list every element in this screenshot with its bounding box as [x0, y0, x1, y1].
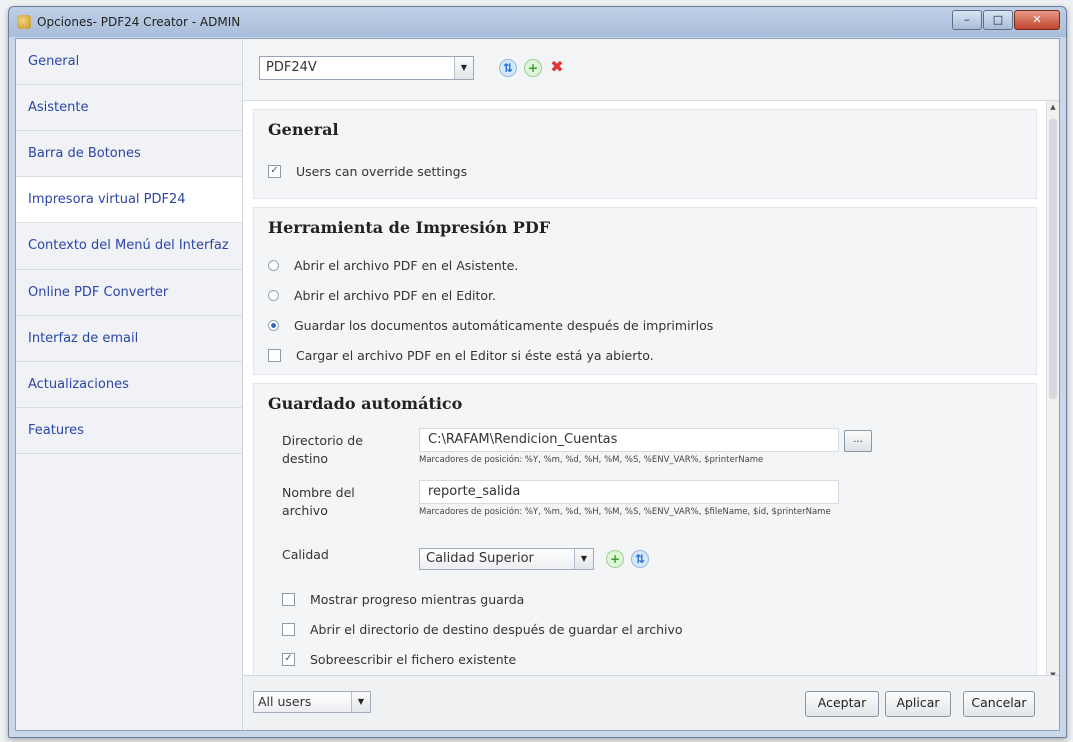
- users-override-option[interactable]: ✓ Users can override settings: [268, 164, 467, 179]
- refresh-icon[interactable]: ⇅: [499, 59, 517, 77]
- section-general: General ✓ Users can override settings: [253, 109, 1037, 199]
- apply-button[interactable]: Aplicar: [885, 691, 951, 717]
- delete-icon[interactable]: ✖: [549, 59, 565, 75]
- section-title: Herramienta de Impresión PDF: [268, 218, 551, 237]
- option-label: Sobreescribir el fichero existente: [310, 652, 517, 667]
- auto-save-option[interactable]: Guardar los documentos automáticamente d…: [268, 318, 713, 333]
- title-bar[interactable]: Opciones- PDF24 Creator - ADMIN – □ ✕: [9, 7, 1066, 37]
- sidebar-item-label: Impresora virtual PDF24: [28, 191, 186, 207]
- open-in-editor-option[interactable]: Abrir el archivo PDF en el Editor.: [268, 288, 496, 303]
- accept-button[interactable]: Aceptar: [805, 691, 879, 717]
- radio-button[interactable]: [268, 290, 279, 301]
- open-in-assistant-option[interactable]: Abrir el archivo PDF en el Asistente.: [268, 258, 518, 273]
- sidebar-item-label: Asistente: [28, 99, 89, 115]
- radio-button[interactable]: [268, 260, 279, 271]
- pdf24-app-icon: [17, 15, 31, 29]
- sidebar-item-label: General: [28, 53, 80, 69]
- section-title: General: [268, 120, 339, 139]
- users-scope-value: All users: [258, 694, 312, 709]
- add-icon[interactable]: +: [524, 59, 542, 77]
- section-herramienta: Herramienta de Impresión PDF Abrir el ar…: [253, 207, 1037, 375]
- load-in-editor-option[interactable]: Cargar el archivo PDF en el Editor si és…: [268, 348, 654, 363]
- sidebar-item-actualizaciones[interactable]: Actualizaciones: [16, 362, 242, 408]
- profile-select[interactable]: PDF24V ▼: [259, 56, 474, 80]
- sidebar-item-contexto-menu[interactable]: Contexto del Menú del Interfaz: [16, 223, 242, 270]
- filename-label: Nombre del archivo: [282, 485, 355, 518]
- sidebar-item-label: Contexto del Menú del Interfaz: [28, 238, 229, 254]
- window-controls: – □ ✕: [952, 10, 1060, 30]
- sidebar: General Asistente Barra de Botones Impre…: [16, 39, 243, 730]
- sidebar-item-interfaz-email[interactable]: Interfaz de email: [16, 316, 242, 362]
- scroll-up-icon[interactable]: ▲: [1047, 101, 1059, 113]
- window-client: General Asistente Barra de Botones Impre…: [15, 38, 1060, 731]
- sidebar-item-features[interactable]: Features: [16, 408, 242, 454]
- option-label: Abrir el archivo PDF en el Editor.: [294, 288, 497, 303]
- browse-button[interactable]: ...: [844, 430, 872, 452]
- sidebar-item-impresora-virtual[interactable]: Impresora virtual PDF24: [16, 177, 242, 223]
- users-override-checkbox[interactable]: ✓: [268, 165, 281, 178]
- option-label: Cargar el archivo PDF en el Editor si és…: [296, 348, 654, 363]
- chevron-down-icon: ▼: [454, 57, 473, 79]
- dir-placeholder-hint: Marcadores de posición: %Y, %m, %d, %H, …: [419, 455, 764, 465]
- options-window: Opciones- PDF24 Creator - ADMIN – □ ✕ Ge…: [8, 6, 1067, 738]
- profile-select-value: PDF24V: [266, 60, 317, 75]
- quality-label: Calidad: [282, 547, 329, 562]
- option-label: Guardar los documentos automáticamente d…: [294, 318, 714, 333]
- section-guardado-automatico: Guardado automático Directorio de destin…: [253, 383, 1037, 681]
- sidebar-item-barra-de-botones[interactable]: Barra de Botones: [16, 131, 242, 177]
- close-button[interactable]: ✕: [1014, 10, 1060, 30]
- chevron-down-icon: ▼: [574, 549, 593, 569]
- show-progress-option[interactable]: Mostrar progreso mientras guarda: [282, 592, 524, 607]
- profile-toolbar: PDF24V ▼ ⇅ + ✖: [243, 39, 1059, 101]
- sidebar-item-label: Online PDF Converter: [28, 284, 169, 300]
- filename-placeholder-hint: Marcadores de posición: %Y, %m, %d, %H, …: [419, 507, 831, 517]
- cancel-button[interactable]: Cancelar: [963, 691, 1035, 717]
- sidebar-item-label: Barra de Botones: [28, 145, 141, 161]
- open-dir-option[interactable]: Abrir el directorio de destino después d…: [282, 622, 683, 637]
- radio-button-selected[interactable]: [268, 320, 279, 331]
- sidebar-item-label: Features: [28, 422, 84, 438]
- option-label: Abrir el archivo PDF en el Asistente.: [294, 258, 519, 273]
- filename-input[interactable]: reporte_salida: [419, 480, 839, 504]
- sidebar-item-label: Interfaz de email: [28, 330, 139, 346]
- window-title: Opciones- PDF24 Creator - ADMIN: [37, 15, 241, 29]
- option-label: Users can override settings: [296, 164, 468, 179]
- sidebar-item-online-converter[interactable]: Online PDF Converter: [16, 270, 242, 316]
- users-scope-select[interactable]: All users ▼: [253, 691, 371, 713]
- sidebar-item-general[interactable]: General: [16, 39, 242, 85]
- sidebar-item-label: Actualizaciones: [28, 376, 129, 392]
- quality-select[interactable]: Calidad Superior ▼: [419, 548, 594, 570]
- option-label: Mostrar progreso mientras guarda: [310, 592, 525, 607]
- quality-select-value: Calidad Superior: [426, 551, 534, 566]
- checkbox-checked[interactable]: ✓: [282, 653, 295, 666]
- checkbox[interactable]: [282, 593, 295, 606]
- minimize-button[interactable]: –: [952, 10, 982, 30]
- checkbox[interactable]: [282, 623, 295, 636]
- option-label: Abrir el directorio de destino después d…: [310, 622, 683, 637]
- add-quality-icon[interactable]: +: [606, 550, 624, 568]
- dir-label: Directorio de destino: [282, 433, 363, 466]
- checkbox[interactable]: [268, 349, 281, 362]
- settings-content: General ✓ Users can override settings He…: [243, 101, 1047, 681]
- overwrite-option[interactable]: ✓ Sobreescribir el fichero existente: [282, 652, 516, 667]
- scroll-thumb[interactable]: [1049, 119, 1057, 399]
- vertical-scrollbar[interactable]: ▲ ▼: [1046, 101, 1059, 681]
- refresh-quality-icon[interactable]: ⇅: [631, 550, 649, 568]
- chevron-down-icon: ▼: [351, 692, 370, 712]
- dir-input[interactable]: C:\RAFAM\Rendicion_Cuentas: [419, 428, 839, 452]
- footer-bar: All users ▼ Aceptar Aplicar Cancelar: [243, 675, 1059, 730]
- sidebar-item-asistente[interactable]: Asistente: [16, 85, 242, 131]
- section-title: Guardado automático: [268, 394, 463, 413]
- maximize-button[interactable]: □: [983, 10, 1013, 30]
